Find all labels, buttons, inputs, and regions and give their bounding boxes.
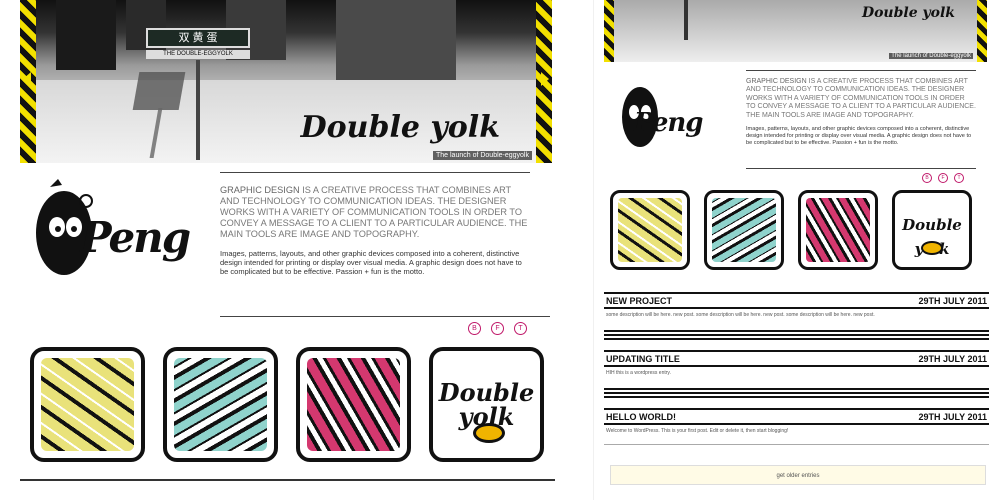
pattern-image <box>618 198 682 262</box>
preview-tile-pink-pattern[interactable] <box>798 190 878 270</box>
preview-blog-button[interactable]: B <box>922 173 932 183</box>
post-title[interactable]: UPDATING TITLE <box>606 354 680 364</box>
post-title[interactable]: NEW PROJECT <box>606 296 672 306</box>
right-page-preview: Double yolk The launch of Double-eggyolk… <box>593 0 1000 500</box>
pattern-image <box>307 358 400 451</box>
street-sign: 双 黄 蛋 <box>146 28 250 48</box>
about-section: GRAPHIC DESIGN IS A CREATIVE PROCESS THA… <box>220 172 530 277</box>
post-body: HIH this is a wordpress entry. <box>606 370 671 376</box>
pattern-image <box>41 358 134 451</box>
preview-pole <box>684 0 688 40</box>
post-body: Welcome to WordPress. This is your first… <box>606 428 789 434</box>
post-stripes <box>604 330 989 342</box>
post-title[interactable]: HELLO WORLD! <box>606 412 676 422</box>
pattern-image <box>174 358 267 451</box>
tile-yellow-pattern[interactable] <box>30 347 145 462</box>
preview-facebook-button[interactable]: F <box>938 173 948 183</box>
left-page-view: 双 黄 蛋 THE DOUBLE-EGGYOLK Double yolk The… <box>0 0 580 500</box>
brand-logo[interactable]: Peng <box>22 175 202 295</box>
preview-about-body: Images, patterns, layouts, and other gra… <box>746 126 972 147</box>
egg-yolk-icon <box>473 423 505 443</box>
preview-twitter-button[interactable]: T <box>954 173 964 183</box>
tile-pink-pattern[interactable] <box>296 347 411 462</box>
post-date: 29TH JULY 2011 <box>918 353 987 364</box>
post-header-rule <box>604 423 989 425</box>
pattern-image <box>712 198 776 262</box>
post-stripes <box>604 388 989 400</box>
post-item[interactable]: NEW PROJECT 29TH JULY 2011 some descript… <box>604 292 989 342</box>
preview-egg-yolk-icon <box>921 241 943 255</box>
preview-social-links: B F T <box>922 173 964 183</box>
about-lead-highlight: GRAPHIC DESIGN <box>220 185 300 195</box>
hazard-stripe-right[interactable] <box>536 0 552 163</box>
post-header-rule <box>604 365 989 367</box>
sign-pole <box>196 60 200 160</box>
preview-tile-yellow-pattern[interactable] <box>610 190 690 270</box>
post-header: NEW PROJECT 29TH JULY 2011 <box>604 294 989 307</box>
post-header-rule <box>604 307 989 309</box>
preview-portfolio-tiles: Double yolk <box>610 190 972 270</box>
preview-hero-logo: Double yolk <box>861 5 955 21</box>
facebook-button[interactable]: F <box>491 322 504 335</box>
post-date: 29TH JULY 2011 <box>918 411 987 422</box>
prev-arrow-icon[interactable] <box>23 72 31 86</box>
hero-caption: The launch of Double-eggyolk <box>432 151 532 160</box>
post-header: HELLO WORLD! 29TH JULY 2011 <box>604 410 989 423</box>
preview-hero-banner: Double yolk The launch of Double-eggyolk <box>604 0 987 62</box>
brand-wordmark: Peng <box>80 213 191 262</box>
preview-tile-cyan-pattern[interactable] <box>704 190 784 270</box>
post-item[interactable]: UPDATING TITLE 29TH JULY 2011 HIH this i… <box>604 350 989 400</box>
building-4 <box>336 0 456 90</box>
blog-button[interactable]: B <box>468 322 481 335</box>
hero-photo: 双 黄 蛋 THE DOUBLE-EGGYOLK Double yolk <box>36 0 536 163</box>
preview-brand-wordmark: Peng <box>634 108 703 138</box>
about-top-rule <box>220 172 530 173</box>
tile-double-yolk-logo[interactable]: Double yolk <box>429 347 544 462</box>
twitter-button[interactable]: T <box>514 322 527 335</box>
about-bottom-rule <box>220 316 550 317</box>
about-lead: GRAPHIC DESIGN IS A CREATIVE PROCESS THA… <box>220 185 530 240</box>
preview-about-section: GRAPHIC DESIGN IS A CREATIVE PROCESS THA… <box>746 70 976 147</box>
preview-hazard-right[interactable] <box>977 0 987 62</box>
street-sign-sub: THE DOUBLE-EGGYOLK <box>146 50 250 59</box>
preview-about-bottom-rule <box>746 168 976 169</box>
portfolio-tiles: Double yolk <box>30 347 544 462</box>
next-arrow-icon[interactable] <box>541 72 549 86</box>
tile-cyan-pattern[interactable] <box>163 347 278 462</box>
preview-tile-double-yolk-logo[interactable]: Double yolk <box>892 190 972 270</box>
post-header: UPDATING TITLE 29TH JULY 2011 <box>604 352 989 365</box>
preview-hero-caption: The launch of Double-eggyolk <box>889 53 973 59</box>
bottom-rule <box>20 479 555 481</box>
older-entries-button[interactable]: get older entries <box>610 465 986 485</box>
hero-logo: Double yolk <box>300 110 500 145</box>
post-body: some description will be here. new post.… <box>606 312 875 318</box>
hero-banner: 双 黄 蛋 THE DOUBLE-EGGYOLK Double yolk The… <box>20 0 552 163</box>
hazard-stripe-left[interactable] <box>20 0 36 163</box>
preview-about-lead-highlight: GRAPHIC DESIGN <box>746 78 807 85</box>
post-date: 29TH JULY 2011 <box>918 295 987 306</box>
double-yolk-wordmark: Double yolk <box>438 378 535 431</box>
about-body: Images, patterns, layouts, and other gra… <box>220 249 522 277</box>
post-item[interactable]: HELLO WORLD! 29TH JULY 2011 Welcome to W… <box>604 408 989 445</box>
preview-hazard-left[interactable] <box>604 0 614 62</box>
preview-about-top-rule <box>746 70 976 71</box>
post-bottom-rule <box>604 444 989 445</box>
sign-shadow <box>132 72 186 110</box>
building-1 <box>56 0 116 70</box>
preview-about-lead: GRAPHIC DESIGN IS A CREATIVE PROCESS THA… <box>746 78 976 120</box>
pattern-image <box>806 198 870 262</box>
social-links: B F T <box>468 322 527 335</box>
